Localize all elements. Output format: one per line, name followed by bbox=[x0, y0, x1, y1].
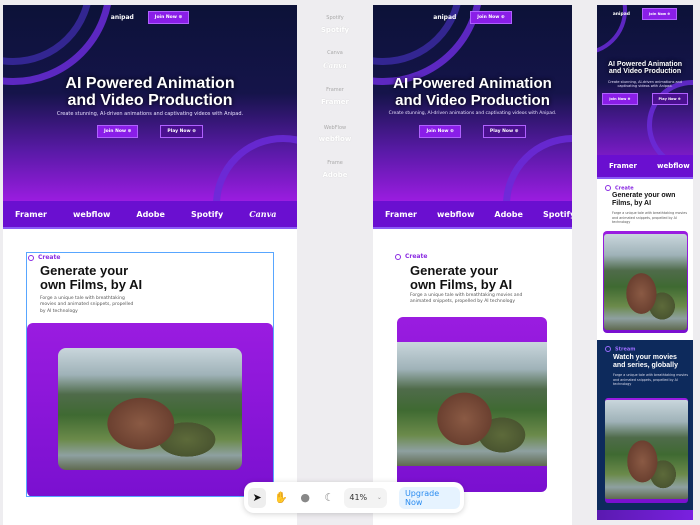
stream-title: Watch your movies and series, globally bbox=[613, 354, 678, 369]
bottom-toolbar: ➤ ✋ ● ☾ 41% ⌄ Upgrade Now bbox=[244, 482, 464, 513]
hero-subtitle: Create stunning, AI-driven animations an… bbox=[56, 111, 244, 117]
stream-card bbox=[605, 398, 688, 503]
hero-title-2: and Video Production bbox=[395, 92, 550, 109]
hero: anipad Join Now ⊕ AI Powered Animation an… bbox=[3, 5, 297, 201]
side-label: Frame bbox=[327, 160, 343, 166]
pointer-tool-icon[interactable]: ➤ bbox=[248, 487, 267, 508]
hero-title-2: and Video Production bbox=[67, 92, 233, 109]
side-logo-spotify[interactable]: Spotify bbox=[298, 26, 372, 34]
side-logo-webflow[interactable]: webflow bbox=[298, 135, 372, 143]
logo-components-panel: Spotify Spotify Canva Canva Framer Frame… bbox=[298, 0, 372, 525]
stream-section: Stream Watch your movies and series, glo… bbox=[597, 340, 693, 515]
join-now-cta[interactable]: Join Now ⊕ bbox=[602, 93, 638, 105]
brand-band: Framer webflow Adobe Spotify Canva bbox=[3, 201, 297, 229]
create-title: Generate your own Films, by AI bbox=[612, 192, 676, 207]
brand-adobe: Adobe bbox=[494, 209, 523, 219]
side-label: Canva bbox=[327, 50, 343, 56]
side-label: Framer bbox=[326, 87, 344, 93]
mobile-frame[interactable]: anipad Join Now ⊕ AI Powered Animation an… bbox=[597, 5, 693, 520]
play-now-cta[interactable]: Play Now ⊕ bbox=[482, 125, 526, 138]
join-now-button[interactable]: Join Now ⊕ bbox=[147, 11, 190, 24]
dark-mode-moon-icon[interactable]: ☾ bbox=[320, 488, 338, 508]
film-card bbox=[397, 317, 547, 492]
selection-outline bbox=[26, 252, 274, 497]
hero-title-1: AI Powered Animation bbox=[65, 75, 235, 92]
hero-subtitle: Create stunning, AI-driven animations an… bbox=[388, 111, 557, 116]
film-image bbox=[397, 342, 547, 466]
brand-band: Framer webflow bbox=[597, 155, 693, 179]
play-now-cta[interactable]: Play Now ⊕ bbox=[160, 125, 204, 138]
hero-title: AI Powered Animation and Video Productio… bbox=[607, 61, 683, 75]
mobile-footer bbox=[597, 510, 693, 520]
side-logo-adobe[interactable]: Adobe bbox=[298, 171, 372, 179]
join-now-button[interactable]: Join Now ⊕ bbox=[470, 11, 512, 24]
side-label: WebFlow bbox=[323, 125, 347, 131]
stream-description: Forge a unique tale with breathtaking mo… bbox=[613, 373, 689, 387]
brand-spotify: Spotify bbox=[542, 209, 572, 219]
create-description: Forge a unique tale with breathtaking mo… bbox=[612, 211, 688, 225]
join-now-cta[interactable]: Join Now ⊕ bbox=[96, 125, 139, 138]
join-now-button[interactable]: Join Now ⊕ bbox=[641, 8, 678, 20]
create-title: Generate your own Films, by AI bbox=[410, 263, 513, 293]
join-now-cta[interactable]: Join Now ⊕ bbox=[419, 125, 461, 138]
film-image bbox=[604, 234, 687, 330]
stream-image bbox=[605, 400, 688, 499]
stream-tag: Stream bbox=[605, 346, 635, 353]
brand-spotify: Spotify bbox=[190, 209, 224, 219]
brand-webflow: webflow bbox=[437, 209, 475, 219]
logo[interactable]: anipad bbox=[111, 14, 134, 21]
stream-icon bbox=[605, 346, 611, 352]
create-icon bbox=[605, 185, 611, 191]
film-card bbox=[603, 231, 688, 333]
brand-framer: Framer bbox=[609, 162, 638, 170]
brand-framer: Framer bbox=[15, 209, 48, 219]
side-logo-canva[interactable]: Canva bbox=[298, 61, 372, 70]
create-icon bbox=[395, 253, 401, 260]
brand-canva: Canva bbox=[249, 209, 277, 219]
side-label: Spotify bbox=[326, 15, 344, 21]
create-description: Forge a unique tale with breathtaking mo… bbox=[410, 293, 523, 305]
brand-band: Framer webflow Adobe Spotify bbox=[373, 201, 572, 229]
chevron-down-icon: ⌄ bbox=[376, 494, 382, 501]
zoom-value: 41% bbox=[349, 493, 368, 502]
hero: anipad Join Now ⊕ AI Powered Animation an… bbox=[597, 5, 693, 177]
upgrade-now-button[interactable]: Upgrade Now bbox=[398, 486, 460, 509]
create-tag: Create bbox=[605, 185, 634, 192]
logo[interactable]: anipad bbox=[613, 12, 630, 17]
zoom-select[interactable]: 41% ⌄ bbox=[344, 487, 387, 508]
side-logo-framer[interactable]: Framer bbox=[298, 98, 372, 106]
create-tag: Create bbox=[395, 253, 427, 260]
comment-tool-icon[interactable]: ● bbox=[296, 488, 314, 508]
logo[interactable]: anipad bbox=[433, 14, 456, 21]
brand-webflow: webflow bbox=[73, 209, 111, 219]
hero: anipad Join Now ⊕ AI Powered Animation an… bbox=[373, 5, 572, 201]
brand-webflow: webflow bbox=[657, 162, 690, 170]
brand-adobe: Adobe bbox=[136, 209, 165, 219]
tablet-frame[interactable]: anipad Join Now ⊕ AI Powered Animation an… bbox=[373, 5, 572, 525]
hand-tool-icon[interactable]: ✋ bbox=[272, 488, 290, 508]
brand-framer: Framer bbox=[385, 209, 418, 219]
play-now-cta[interactable]: Play Now ⊕ bbox=[651, 93, 688, 105]
hero-subtitle: Create stunning, AI-driven animations an… bbox=[607, 80, 683, 88]
hero-title-1: AI Powered Animation bbox=[393, 75, 552, 92]
